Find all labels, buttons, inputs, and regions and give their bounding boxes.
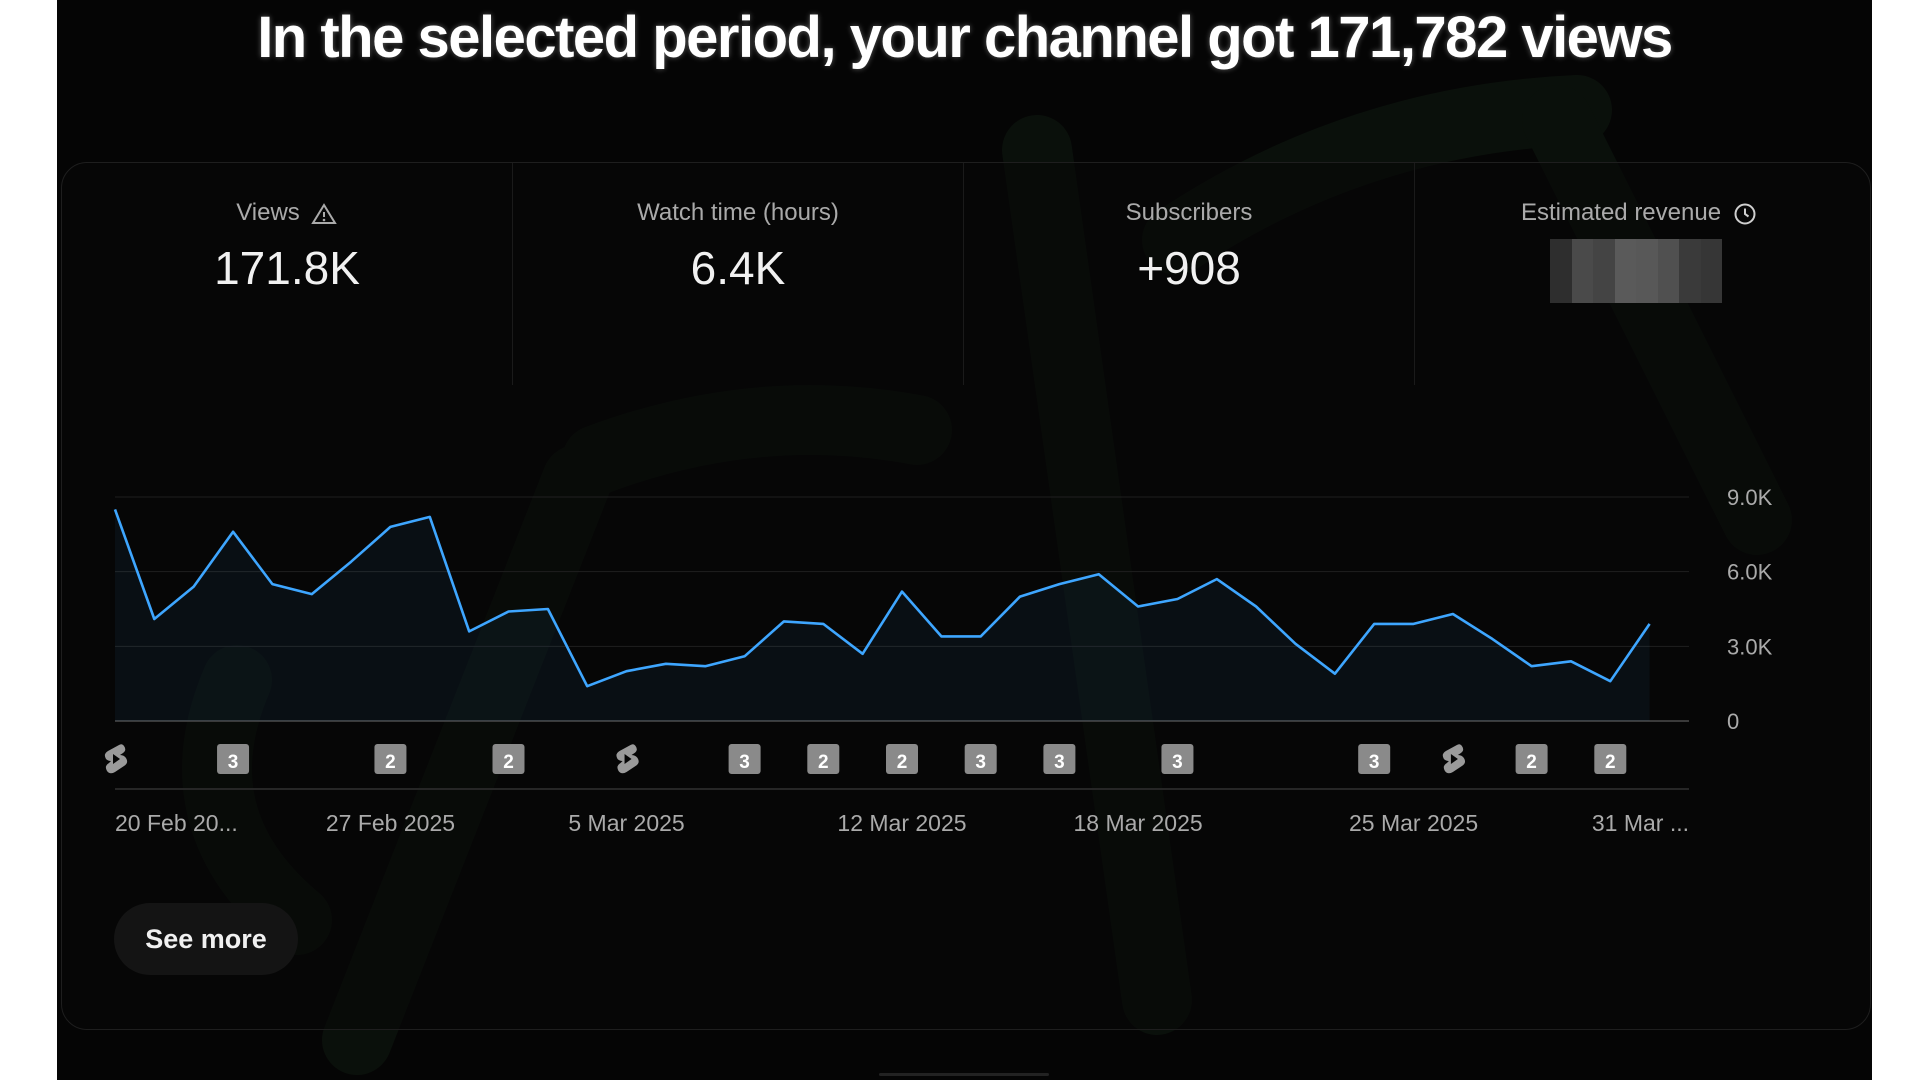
- views-line-chart: 0 3.0K 6.0K 9.0K 3 2 2 3 2 2 3 3 3 3 2 2 20 Feb 20... 27 …: [104, 485, 1773, 836]
- y-tick-label: 6.0K: [1727, 560, 1773, 585]
- upload-count-label: 2: [385, 752, 396, 773]
- x-tick-label: 12 Mar 2025: [837, 810, 966, 836]
- shorts-icon[interactable]: [104, 744, 128, 774]
- x-tick-label: 18 Mar 2025: [1074, 810, 1203, 836]
- x-tick-label: 5 Mar 2025: [568, 810, 684, 836]
- x-tick-label: 20 Feb 20...: [115, 810, 238, 836]
- see-more-button[interactable]: See more: [114, 903, 298, 975]
- upload-count-label: 3: [1172, 752, 1183, 773]
- scroll-indicator: [879, 1073, 1049, 1076]
- upload-count-label: 3: [739, 752, 750, 773]
- upload-count-label: 2: [818, 752, 829, 773]
- upload-count-label: 3: [228, 752, 239, 773]
- upload-count-label: 2: [1605, 752, 1616, 773]
- x-tick-label: 27 Feb 2025: [326, 810, 455, 836]
- upload-count-label: 3: [1054, 752, 1065, 773]
- page-title: In the selected period, your channel got…: [257, 5, 1673, 70]
- x-tick-label: 25 Mar 2025: [1349, 810, 1478, 836]
- analytics-overview-panel: In the selected period, your channel got…: [57, 0, 1872, 1080]
- series-area: [115, 509, 1650, 721]
- metrics-card: Views 171.8K Watch time (hours) 6.4K Sub…: [61, 162, 1871, 1030]
- upload-count-label: 2: [503, 752, 514, 773]
- upload-count-label: 2: [897, 752, 908, 773]
- shorts-icon[interactable]: [616, 744, 639, 774]
- upload-count-label: 3: [975, 752, 986, 773]
- shorts-icon[interactable]: [1442, 744, 1466, 774]
- y-tick-label: 9.0K: [1727, 485, 1773, 510]
- y-tick-label: 3.0K: [1727, 634, 1773, 659]
- upload-count-label: 3: [1369, 752, 1380, 773]
- y-tick-label: 0: [1727, 709, 1739, 734]
- x-tick-label: 31 Mar ...: [1592, 810, 1689, 836]
- upload-count-label: 2: [1526, 752, 1537, 773]
